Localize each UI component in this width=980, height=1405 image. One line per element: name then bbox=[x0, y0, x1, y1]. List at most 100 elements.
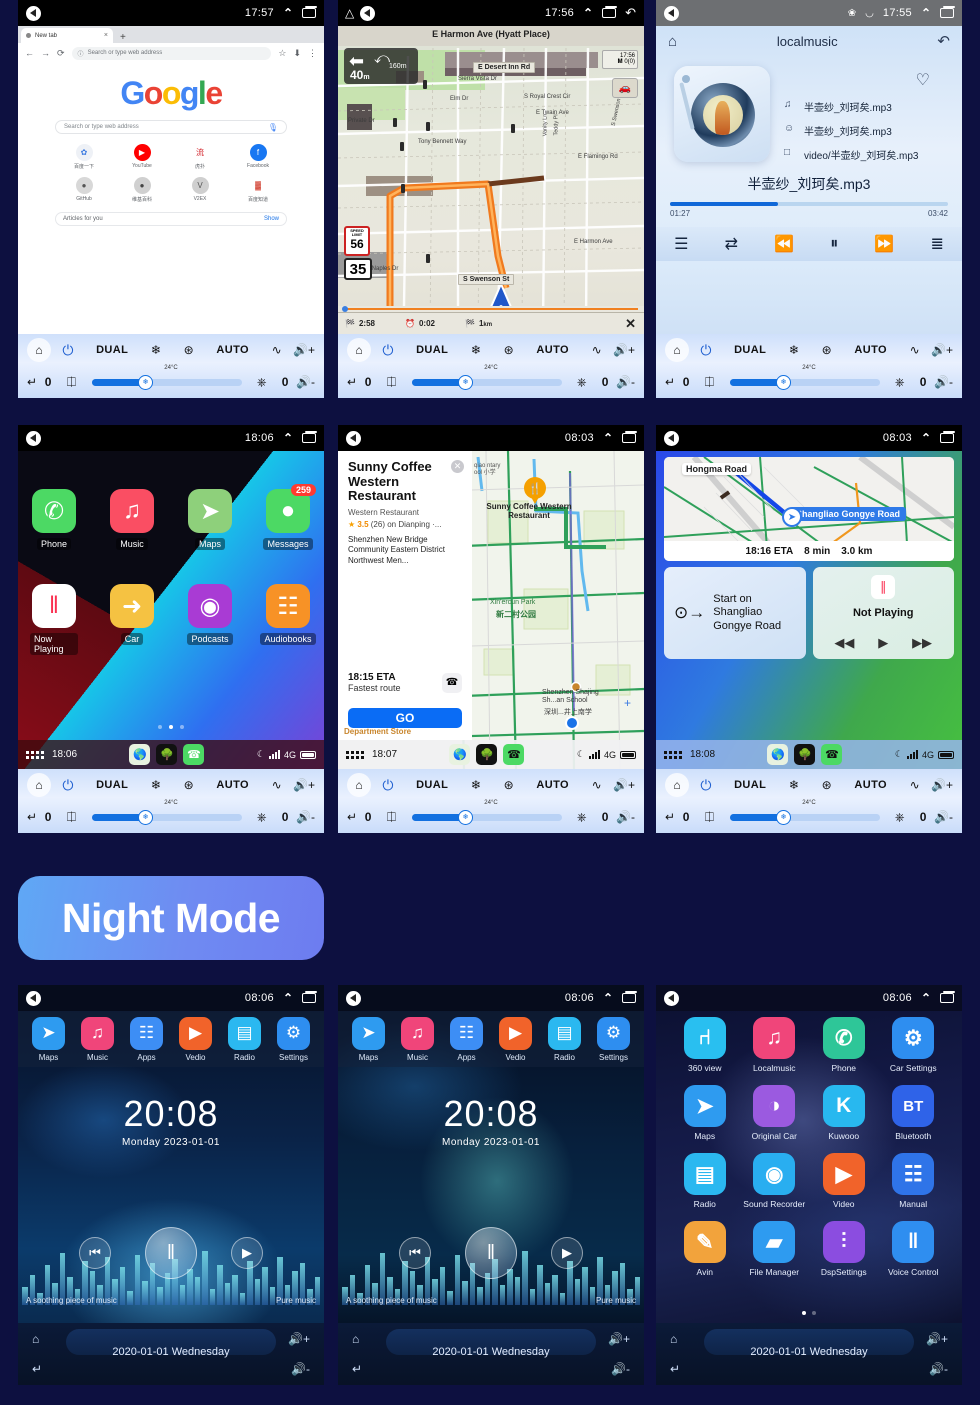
poi-map-pin[interactable]: 🍴 bbox=[524, 477, 546, 504]
forward-icon[interactable]: → bbox=[41, 48, 50, 58]
defrost-icon[interactable]: ∿ bbox=[272, 343, 282, 357]
dual-button[interactable]: DUAL bbox=[734, 344, 766, 356]
close-navigation-button[interactable]: ✕ bbox=[625, 316, 636, 332]
quick-app-1[interactable]: ♫ Music bbox=[401, 1016, 434, 1062]
seat-heat-icon[interactable]: ⎈ bbox=[577, 810, 587, 825]
status-back-icon[interactable] bbox=[664, 990, 679, 1006]
volume-down-button[interactable]: 🔊- bbox=[611, 1362, 630, 1376]
close-icon[interactable]: ✕ bbox=[451, 460, 464, 473]
volume-up-button[interactable]: 🔊+ bbox=[608, 1332, 630, 1346]
app-library-icon[interactable] bbox=[26, 750, 44, 759]
app-library-icon[interactable] bbox=[346, 750, 364, 759]
auto-button[interactable]: AUTO bbox=[536, 344, 569, 356]
dock-amap-icon[interactable]: 🌳 bbox=[794, 744, 816, 765]
seat-icon[interactable]: ⎅ bbox=[705, 375, 715, 390]
playlist-icon[interactable]: ☰ bbox=[674, 234, 688, 254]
chevron-up-icon[interactable]: ⌃ bbox=[921, 6, 931, 20]
carplay-app-0[interactable]: ‖ Now Playing bbox=[30, 584, 78, 655]
volume-down-button[interactable]: 🔊- bbox=[296, 375, 315, 389]
quick-app-0[interactable]: ➤ Maps bbox=[32, 1016, 65, 1062]
volume-up-button[interactable]: 🔊+ bbox=[931, 343, 953, 357]
dual-button[interactable]: DUAL bbox=[96, 779, 128, 791]
defrost-icon[interactable]: ∿ bbox=[592, 343, 602, 357]
snowflake-icon[interactable]: ❄ bbox=[789, 778, 799, 792]
volume-up-button[interactable]: 🔊+ bbox=[293, 778, 315, 792]
recirculate-icon[interactable]: ⊛ bbox=[184, 343, 194, 357]
status-back-icon[interactable] bbox=[346, 430, 361, 446]
night-app-9[interactable]: ◉ Sound Recorder bbox=[740, 1153, 810, 1209]
back-button[interactable]: ↵ bbox=[32, 1362, 42, 1376]
home-icon[interactable]: ⌂ bbox=[668, 33, 677, 50]
pause-icon[interactable]: ⏸ bbox=[830, 235, 838, 253]
auto-button[interactable]: AUTO bbox=[854, 344, 887, 356]
home-button[interactable]: ⌂ bbox=[665, 773, 689, 797]
back-button[interactable]: ↵ bbox=[665, 810, 675, 824]
auto-button[interactable]: AUTO bbox=[536, 779, 569, 791]
dock-amap-icon[interactable]: 🌳 bbox=[156, 744, 178, 765]
volume-down-button[interactable]: 🔊- bbox=[291, 1362, 310, 1376]
address-bar[interactable]: ⓘ Search or type web address bbox=[71, 46, 272, 60]
seat-icon[interactable]: ⎅ bbox=[387, 810, 397, 825]
quick-app-1[interactable]: ♫ Music bbox=[81, 1016, 114, 1062]
recents-icon[interactable] bbox=[302, 430, 317, 443]
power-icon[interactable]: ⏻ bbox=[700, 342, 711, 359]
turn-card[interactable]: ⊙→ Start on Shangliao Gongye Road bbox=[664, 567, 806, 659]
seat-icon[interactable]: ⎅ bbox=[67, 375, 77, 390]
power-icon[interactable]: ⏻ bbox=[382, 342, 393, 359]
recents-icon[interactable] bbox=[940, 5, 955, 18]
articles-bar[interactable]: Articles for you Show bbox=[55, 212, 287, 226]
back-icon[interactable]: ← bbox=[25, 48, 34, 58]
shortcut-7[interactable]: ▓ 百度知道 bbox=[229, 177, 287, 203]
quick-app-3[interactable]: ▶ Vedio bbox=[499, 1016, 532, 1062]
recents-icon[interactable] bbox=[302, 5, 317, 18]
volume-up-button[interactable]: 🔊+ bbox=[288, 1332, 310, 1346]
undo-icon[interactable]: ↶ bbox=[625, 5, 636, 21]
home-button[interactable]: ⌂ bbox=[27, 338, 51, 362]
play-button[interactable]: ▶ bbox=[231, 1237, 263, 1269]
night-app-6[interactable]: K Kuwooo bbox=[809, 1085, 879, 1141]
carplay-app-3[interactable]: ● 259 Messages bbox=[263, 484, 316, 550]
auto-button[interactable]: AUTO bbox=[216, 344, 249, 356]
back-button[interactable]: ↵ bbox=[352, 1362, 362, 1376]
articles-show-link[interactable]: Show bbox=[264, 216, 279, 222]
snowflake-icon[interactable]: ❄ bbox=[471, 778, 481, 792]
equalizer-icon[interactable]: ≣ bbox=[930, 234, 943, 254]
back-button[interactable]: ↵ bbox=[665, 375, 675, 389]
shortcut-2[interactable]: 流虎扑 bbox=[171, 144, 229, 170]
map-mode-button[interactable]: 🚗 bbox=[612, 78, 638, 98]
quick-app-3[interactable]: ▶ Vedio bbox=[179, 1016, 212, 1062]
chevron-up-icon[interactable]: ⌃ bbox=[283, 6, 293, 20]
pause-button[interactable]: ‖ bbox=[465, 1227, 517, 1279]
defrost-icon[interactable]: ∿ bbox=[910, 778, 920, 792]
volume-down-button[interactable]: 🔊- bbox=[934, 375, 953, 389]
chevron-up-icon[interactable]: ⌃ bbox=[603, 991, 613, 1005]
shortcut-0[interactable]: ✿ 百度一下 bbox=[55, 144, 113, 170]
dock-phone-icon[interactable]: ☎ bbox=[503, 744, 525, 765]
tab-close-icon[interactable]: × bbox=[104, 32, 108, 39]
defrost-icon[interactable]: ∿ bbox=[272, 778, 282, 792]
quick-app-5[interactable]: ⚙ Settings bbox=[597, 1016, 630, 1062]
quick-app-2[interactable]: ☷ Apps bbox=[130, 1016, 163, 1062]
volume-down-button[interactable]: 🔊- bbox=[616, 810, 635, 824]
fan-slider[interactable]: ❄ bbox=[91, 809, 242, 825]
home-button[interactable]: ⌂ bbox=[27, 773, 51, 797]
overflow-menu-icon[interactable]: ⋮ bbox=[308, 48, 317, 59]
shortcut-1[interactable]: ▶ YouTube bbox=[113, 144, 171, 170]
night-app-10[interactable]: ▶ Video bbox=[809, 1153, 879, 1209]
night-app-0[interactable]: ⑁ 360 view bbox=[670, 1017, 740, 1073]
recents-icon[interactable] bbox=[940, 430, 955, 443]
seat-icon[interactable]: ⎅ bbox=[705, 810, 715, 825]
go-button[interactable]: GO bbox=[348, 708, 462, 728]
volume-down-button[interactable]: 🔊- bbox=[296, 810, 315, 824]
fan-slider[interactable]: ❄ bbox=[411, 809, 562, 825]
night-app-14[interactable]: ⫶ DspSettings bbox=[809, 1221, 879, 1277]
night-app-15[interactable]: ‖ Voice Control bbox=[879, 1221, 949, 1277]
chevron-up-icon[interactable]: ⌃ bbox=[921, 991, 931, 1005]
volume-down-button[interactable]: 🔊- bbox=[934, 810, 953, 824]
shortcut-3[interactable]: f Facebook bbox=[229, 144, 287, 170]
night-app-11[interactable]: ☷ Manual bbox=[879, 1153, 949, 1209]
carplay-app-1[interactable]: ➜ Car bbox=[108, 584, 156, 655]
dual-button[interactable]: DUAL bbox=[96, 344, 128, 356]
chevron-up-icon[interactable]: ⌃ bbox=[583, 6, 593, 20]
back-button[interactable]: ↵ bbox=[347, 810, 357, 824]
